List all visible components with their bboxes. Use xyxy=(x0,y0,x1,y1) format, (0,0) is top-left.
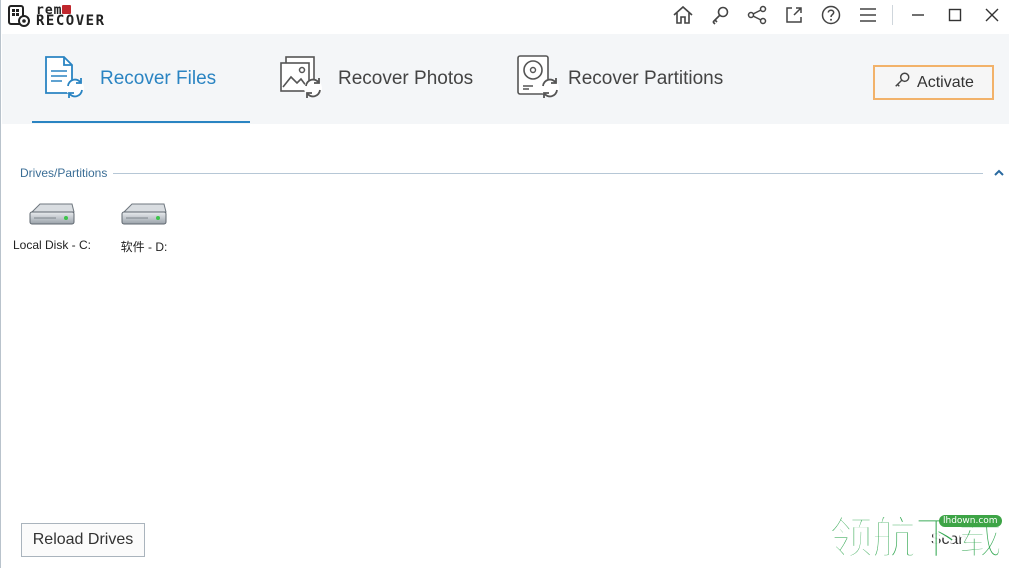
title-bar: rem RECOVER xyxy=(1,0,1009,34)
logo-mark-icon xyxy=(8,4,30,28)
key-icon xyxy=(893,71,911,94)
tab-bar: Recover Files Recover Photos Recover Par… xyxy=(2,34,1009,124)
tab-recover-partitions[interactable]: Recover Partitions xyxy=(515,34,723,124)
hard-drive-icon xyxy=(28,200,76,235)
app-window: rem RECOVER Recover Files Recover Photos… xyxy=(0,0,1009,568)
recover-photos-icon xyxy=(278,53,326,106)
maximize-icon[interactable] xyxy=(936,1,973,29)
hard-drive-icon xyxy=(120,200,168,235)
chevron-up-icon[interactable] xyxy=(993,167,1005,179)
active-tab-indicator xyxy=(32,121,250,123)
tab-recover-files[interactable]: Recover Files xyxy=(42,34,216,124)
drives-section-header: Drives/Partitions xyxy=(20,164,1005,182)
title-bar-separator xyxy=(892,5,893,25)
tab-recover-partitions-label: Recover Partitions xyxy=(568,68,724,89)
recover-files-icon xyxy=(42,53,88,106)
section-title: Drives/Partitions xyxy=(20,166,108,180)
minimize-icon[interactable] xyxy=(899,1,936,29)
activate-label: Activate xyxy=(917,73,974,91)
watermark-badge: lhdown.com xyxy=(939,515,1002,527)
activate-button[interactable]: Activate xyxy=(873,65,994,100)
drive-item-c[interactable]: Local Disk - C: xyxy=(7,200,97,260)
tab-recover-photos-label: Recover Photos xyxy=(338,68,474,89)
tab-recover-photos[interactable]: Recover Photos xyxy=(278,34,473,124)
drive-item-d[interactable]: 软件 - D: xyxy=(99,200,189,260)
drive-label: 软件 - D: xyxy=(120,240,168,254)
key-icon[interactable] xyxy=(701,1,738,29)
drive-label: Local Disk - C: xyxy=(12,238,92,252)
share-icon[interactable] xyxy=(738,1,775,29)
logo-text-line2: RECOVER xyxy=(36,13,106,29)
external-link-icon[interactable] xyxy=(775,1,812,29)
close-icon[interactable] xyxy=(973,1,1009,29)
app-logo: rem RECOVER xyxy=(8,2,138,30)
title-bar-icons xyxy=(664,0,1009,30)
home-icon[interactable] xyxy=(664,1,701,29)
menu-icon[interactable] xyxy=(849,1,886,29)
reload-drives-button[interactable]: Reload Drives xyxy=(21,523,145,557)
watermark: 领航下载 lhdown.com xyxy=(829,513,1009,568)
help-icon[interactable] xyxy=(812,1,849,29)
section-divider xyxy=(113,172,983,174)
recover-partitions-icon xyxy=(515,53,563,106)
tab-recover-files-label: Recover Files xyxy=(100,68,217,89)
